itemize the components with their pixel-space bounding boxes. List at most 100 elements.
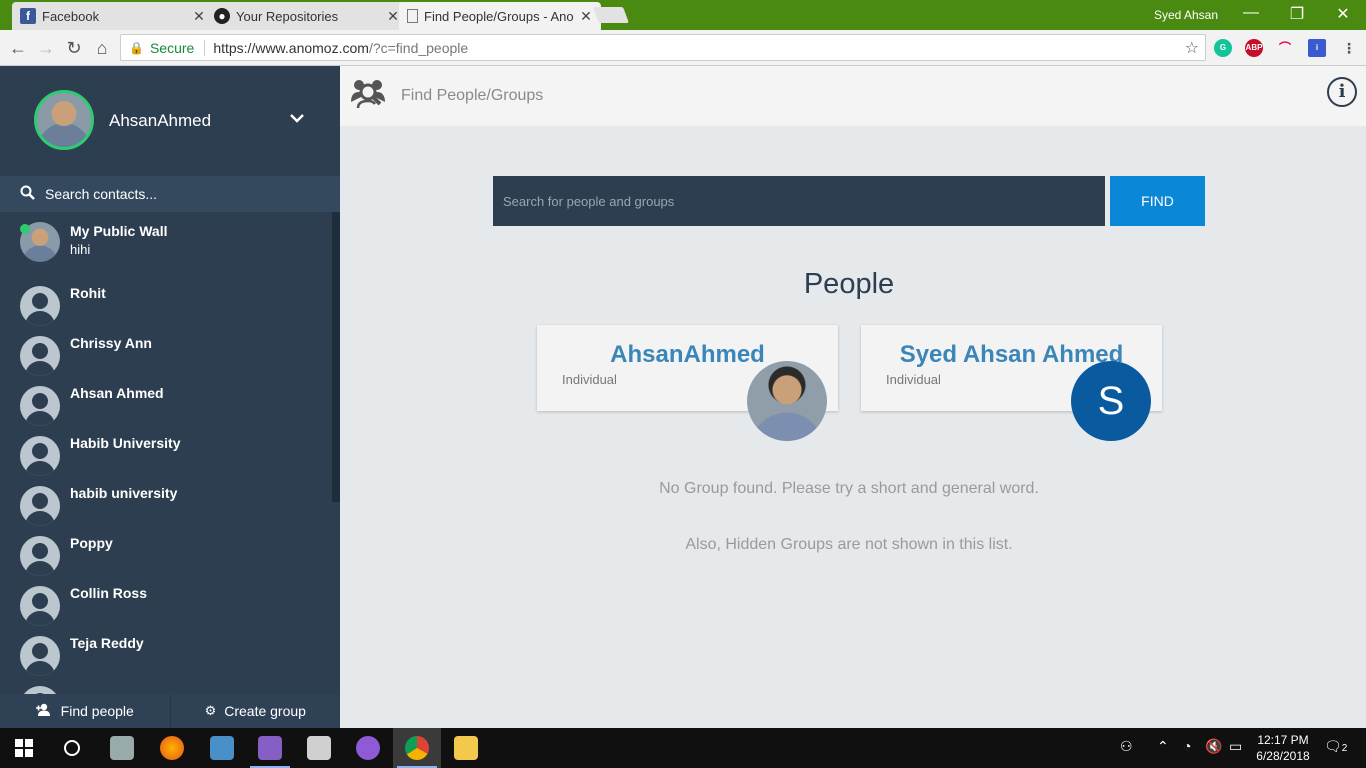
- contact-search-input[interactable]: Search contacts...: [0, 176, 340, 212]
- avatar[interactable]: [34, 90, 94, 150]
- search-input[interactable]: Search for people and groups: [493, 176, 1105, 226]
- contact-name: Collin Ross: [70, 585, 148, 601]
- close-icon[interactable]: ✕: [192, 8, 206, 25]
- close-icon[interactable]: ✕: [386, 8, 400, 25]
- chevron-up-icon[interactable]: ⌃: [1157, 738, 1169, 755]
- avatar[interactable]: [747, 361, 827, 441]
- address-bar[interactable]: 🔒 Secure https://www.anomoz.com/?c=find_…: [120, 34, 1206, 61]
- home-icon[interactable]: ⌂: [90, 36, 114, 60]
- contact-name: Rohit: [70, 285, 106, 301]
- task-view-icon[interactable]: [98, 728, 146, 768]
- person-type: Individual: [562, 372, 617, 387]
- default-avatar-icon: [20, 286, 60, 326]
- default-avatar-icon: [20, 586, 60, 626]
- wifi-icon[interactable]: ◔: [1183, 738, 1191, 754]
- chevron-down-icon[interactable]: [290, 110, 304, 126]
- info-icon[interactable]: i: [1327, 77, 1357, 107]
- visual-studio-icon[interactable]: [246, 728, 294, 768]
- minimize-icon[interactable]: —: [1228, 4, 1274, 22]
- list-item[interactable]: Collin Ross: [0, 578, 332, 628]
- find-people-label: Find people: [60, 703, 134, 719]
- menu-kebab-icon[interactable]: ⋮: [1340, 39, 1358, 57]
- sidebar-actions: Find people ⚙ Create group: [0, 694, 340, 728]
- reload-icon[interactable]: ↻: [62, 36, 86, 60]
- taskbar: ⚇ ⌃ ◔ 🔇 ▭ 12:17 PM 6/28/2018 🗨2: [0, 728, 1366, 768]
- tab-title: Facebook: [42, 8, 100, 24]
- contact-list: My Public Wall hihi Rohit Chrissy Ann Ah…: [0, 212, 332, 696]
- notifications-icon[interactable]: 🗨2: [1324, 738, 1347, 755]
- chrome-icon[interactable]: [393, 728, 441, 768]
- contact-name: Chrissy Ann: [70, 335, 152, 351]
- bookmark-star-icon[interactable]: ☆: [1185, 38, 1199, 58]
- tab-title: Find People/Groups - Ano: [424, 8, 574, 24]
- contact-name: Teja Reddy: [70, 635, 144, 651]
- facebook-icon: f: [20, 8, 36, 24]
- section-heading-people: People: [803, 268, 895, 300]
- list-item-public-wall[interactable]: My Public Wall hihi: [0, 214, 332, 264]
- adblock-icon[interactable]: ABP: [1245, 39, 1263, 57]
- restore-icon[interactable]: ❐: [1274, 4, 1320, 24]
- browser-toolbar: ← → ↻ ⌂ 🔒 Secure https://www.anomoz.com/…: [0, 30, 1366, 66]
- list-item[interactable]: Rohit: [0, 278, 332, 328]
- sidebar: AhsanAhmed Search contacts... My Public …: [0, 66, 340, 728]
- extension-icon[interactable]: i: [1308, 39, 1326, 57]
- list-item[interactable]: Habib University: [0, 428, 332, 478]
- page-icon: [407, 9, 418, 23]
- back-icon[interactable]: ←: [6, 36, 30, 60]
- firefox-icon[interactable]: [148, 728, 196, 768]
- main-header: Find People/Groups i: [340, 66, 1366, 126]
- list-item[interactable]: Ahsan Ahmed: [0, 378, 332, 428]
- contact-name: Poppy: [70, 535, 113, 551]
- window-user-name[interactable]: Syed Ahsan: [1154, 8, 1218, 22]
- list-item[interactable]: Teja Reddy: [0, 628, 332, 678]
- windows-start-icon[interactable]: [0, 728, 48, 768]
- page-title: Find People/Groups: [401, 87, 544, 104]
- close-icon[interactable]: ✕: [579, 8, 593, 25]
- file-explorer-icon[interactable]: [442, 728, 490, 768]
- browser-tab-strip: f Facebook ✕ ● Your Repositories ✕ Find …: [0, 0, 1366, 30]
- tab-find-people[interactable]: Find People/Groups - Ano ✕: [399, 2, 601, 30]
- secure-label: Secure: [149, 39, 195, 56]
- contact-name: My Public Wall: [70, 223, 168, 239]
- extension-icon[interactable]: ⌒: [1276, 39, 1294, 57]
- find-button[interactable]: FIND: [1110, 176, 1205, 226]
- volume-muted-icon[interactable]: 🔇: [1205, 738, 1222, 755]
- url-text[interactable]: https://www.anomoz.com/?c=find_people: [213, 40, 468, 56]
- search-placeholder: Search contacts...: [45, 186, 158, 202]
- notification-count: 2: [1341, 743, 1348, 754]
- divider: [204, 39, 206, 56]
- contact-status: hihi: [70, 242, 91, 257]
- people-icon[interactable]: ⚇: [1120, 738, 1133, 755]
- tab-facebook[interactable]: f Facebook ✕: [12, 2, 214, 30]
- scrollbar[interactable]: [332, 212, 340, 502]
- after-effects-icon[interactable]: [295, 728, 343, 768]
- date: 6/28/2018: [1256, 749, 1310, 763]
- find-people-button[interactable]: Find people: [0, 694, 170, 728]
- add-user-icon: [35, 703, 53, 719]
- create-group-button[interactable]: ⚙ Create group: [171, 694, 341, 728]
- clock[interactable]: 12:17 PM 6/28/2018: [1248, 732, 1318, 764]
- create-group-label: Create group: [224, 703, 306, 719]
- default-avatar-icon: [20, 386, 60, 426]
- new-tab-button[interactable]: [593, 7, 629, 23]
- contact-name: Habib University: [70, 435, 181, 451]
- tab-title: Your Repositories: [236, 8, 339, 24]
- list-item[interactable]: Poppy: [0, 528, 332, 578]
- contact-name: habib university: [70, 485, 178, 501]
- time: 12:17 PM: [1257, 733, 1309, 747]
- battery-icon[interactable]: ▭: [1229, 738, 1242, 755]
- computer-icon[interactable]: [198, 728, 246, 768]
- grammarly-icon[interactable]: G: [1214, 39, 1232, 57]
- cortana-search-icon[interactable]: [48, 728, 96, 768]
- list-item[interactable]: habib university: [0, 478, 332, 528]
- close-window-icon[interactable]: ✕: [1320, 4, 1366, 24]
- list-item[interactable]: Chrissy Ann: [0, 328, 332, 378]
- profile-header[interactable]: AhsanAhmed: [0, 66, 340, 176]
- avatar[interactable]: S: [1071, 361, 1151, 441]
- default-avatar-icon: [20, 486, 60, 526]
- github-desktop-icon[interactable]: [344, 728, 392, 768]
- tab-repositories[interactable]: ● Your Repositories ✕: [206, 2, 408, 30]
- github-icon: ●: [214, 8, 230, 24]
- forward-icon[interactable]: →: [34, 36, 58, 60]
- no-group-message: No Group found. Please try a short and g…: [659, 480, 1039, 497]
